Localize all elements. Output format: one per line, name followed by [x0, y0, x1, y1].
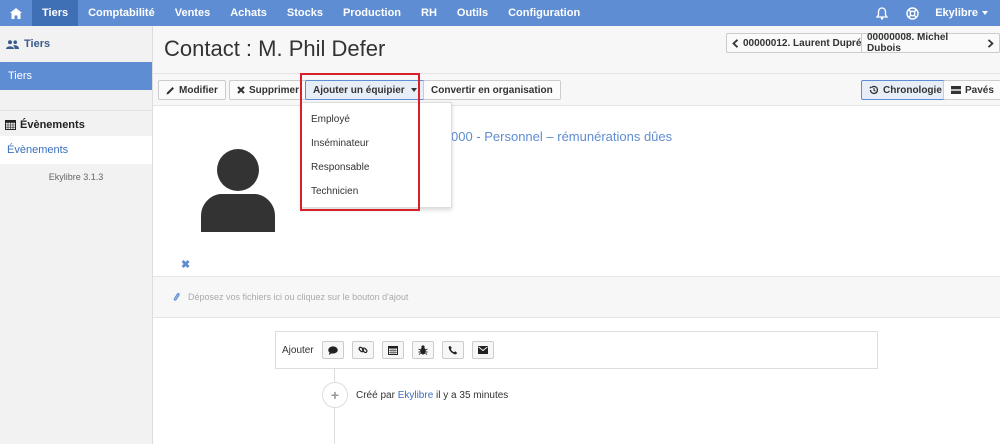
- add-event-panel: Ajouter: [275, 331, 878, 369]
- pencil-icon: [166, 86, 174, 94]
- title-bar: Contact : M. Phil Defer 00000012. Lauren…: [153, 26, 1000, 74]
- chevron-down-icon: [982, 11, 988, 15]
- link-icon: [358, 346, 368, 354]
- tiles-view-button[interactable]: Pavés: [943, 80, 1000, 100]
- delete-button[interactable]: Supprimer: [229, 80, 308, 100]
- timeline-prefix: Créé par: [356, 390, 395, 401]
- close-icon: [237, 86, 245, 94]
- timeline-view-button[interactable]: Chronologie: [861, 80, 950, 100]
- phone-icon: [448, 345, 457, 355]
- previous-contact-label: 00000012. Laurent Dupré: [743, 37, 862, 49]
- tiles-label: Pavés: [965, 84, 994, 96]
- page-title: Contact : M. Phil Defer: [164, 36, 386, 61]
- chevron-down-icon: [410, 88, 417, 92]
- avatar-icon: [201, 149, 275, 232]
- home-button[interactable]: [0, 0, 32, 26]
- delete-label: Supprimer: [249, 84, 300, 96]
- users-icon: [6, 39, 19, 49]
- history-icon: [869, 85, 879, 95]
- add-team-member-dropdown[interactable]: Ajouter un équipier: [305, 80, 425, 100]
- nav-configuration[interactable]: Configuration: [498, 0, 590, 26]
- calendar-icon: [5, 120, 16, 130]
- menu-item-responsable[interactable]: Responsable: [302, 155, 451, 179]
- nav-production[interactable]: Production: [333, 0, 411, 26]
- timeline-user-link[interactable]: Ekylibre: [398, 390, 434, 401]
- menu-item-inseminateur[interactable]: Inséminateur: [302, 131, 451, 155]
- bell-icon: [876, 6, 889, 20]
- convert-to-organization-button[interactable]: Convertir en organisation: [423, 80, 561, 100]
- chevron-right-icon: [987, 38, 994, 48]
- add-team-member-label: Ajouter un équipier: [313, 84, 405, 96]
- nav-achats[interactable]: Achats: [220, 0, 277, 26]
- nav-rh[interactable]: RH: [411, 0, 447, 26]
- edit-label: Modifier: [179, 84, 218, 96]
- user-menu[interactable]: Ekylibre: [927, 7, 1000, 19]
- add-call-button[interactable]: [441, 341, 464, 359]
- menu-item-technicien[interactable]: Technicien: [302, 179, 451, 203]
- timeline-label: Chronologie: [883, 84, 942, 96]
- add-event-button[interactable]: [381, 341, 404, 359]
- nav-stocks[interactable]: Stocks: [277, 0, 333, 26]
- chevron-left-icon: [732, 38, 739, 48]
- nav-tiers[interactable]: Tiers: [32, 0, 79, 26]
- timeline-entry: Créé par Ekylibre il y a 35 minutes: [356, 390, 508, 401]
- file-drop-zone[interactable]: Déposez vos fichiers ici ou cliquez sur …: [153, 276, 1000, 318]
- menu-item-employe[interactable]: Employé: [302, 107, 451, 131]
- add-issue-button[interactable]: [411, 341, 434, 359]
- plus-icon[interactable]: +: [322, 382, 348, 408]
- add-comment-button[interactable]: [321, 341, 344, 359]
- add-email-button[interactable]: [471, 341, 494, 359]
- add-label: Ajouter: [282, 344, 314, 356]
- home-icon: [10, 7, 22, 19]
- sidebar-item-tiers[interactable]: Tiers: [0, 62, 152, 90]
- remove-avatar-icon[interactable]: ✖: [181, 258, 190, 271]
- previous-contact-button[interactable]: 00000012. Laurent Dupré: [726, 33, 868, 53]
- add-link-button[interactable]: [351, 341, 374, 359]
- sidebar-section-events: Évènements: [0, 110, 152, 136]
- next-contact-button[interactable]: 00000008. Michel Dubois: [861, 32, 1000, 54]
- edit-button[interactable]: Modifier: [158, 80, 226, 100]
- main-content: Contact : M. Phil Defer 00000012. Lauren…: [153, 26, 1000, 444]
- calendar-icon: [387, 346, 398, 355]
- account-link[interactable]: 000 - Personnel – rémunérations dûes: [451, 129, 672, 144]
- comment-icon: [327, 345, 338, 355]
- help-button[interactable]: [897, 0, 927, 26]
- sidebar-section-label: Évènements: [20, 118, 85, 131]
- notifications-button[interactable]: [867, 0, 897, 26]
- nav-comptabilite[interactable]: Comptabilité: [78, 0, 165, 26]
- add-team-member-menu: Employé Inséminateur Responsable Technic…: [301, 102, 452, 208]
- lifebuoy-icon: [905, 6, 919, 20]
- tiles-icon: [951, 86, 961, 94]
- action-toolbar: Modifier Supprimer Ajouter un équipier C…: [153, 74, 1000, 106]
- envelope-icon: [477, 346, 488, 354]
- bug-icon: [417, 345, 428, 355]
- paperclip-icon: [173, 292, 180, 301]
- sidebar-section-label: Tiers: [24, 38, 51, 50]
- dropzone-text: Déposez vos fichiers ici ou cliquez sur …: [188, 292, 409, 302]
- user-name: Ekylibre: [935, 7, 978, 19]
- sidebar-item-events[interactable]: Évènements: [0, 136, 152, 164]
- sidebar-section-tiers: Tiers: [0, 26, 152, 62]
- nav-outils[interactable]: Outils: [447, 0, 498, 26]
- app-version: Ekylibre 3.1.3: [48, 172, 104, 182]
- sidebar: Tiers Tiers Évènements Évènements Ekylib…: [0, 26, 153, 444]
- next-contact-label: 00000008. Michel Dubois: [867, 32, 949, 54]
- convert-label: Convertir en organisation: [431, 84, 553, 96]
- top-navbar: Tiers Comptabilité Ventes Achats Stocks …: [0, 0, 1000, 26]
- nav-ventes[interactable]: Ventes: [165, 0, 220, 26]
- timeline-time: il y a 35 minutes: [436, 390, 509, 401]
